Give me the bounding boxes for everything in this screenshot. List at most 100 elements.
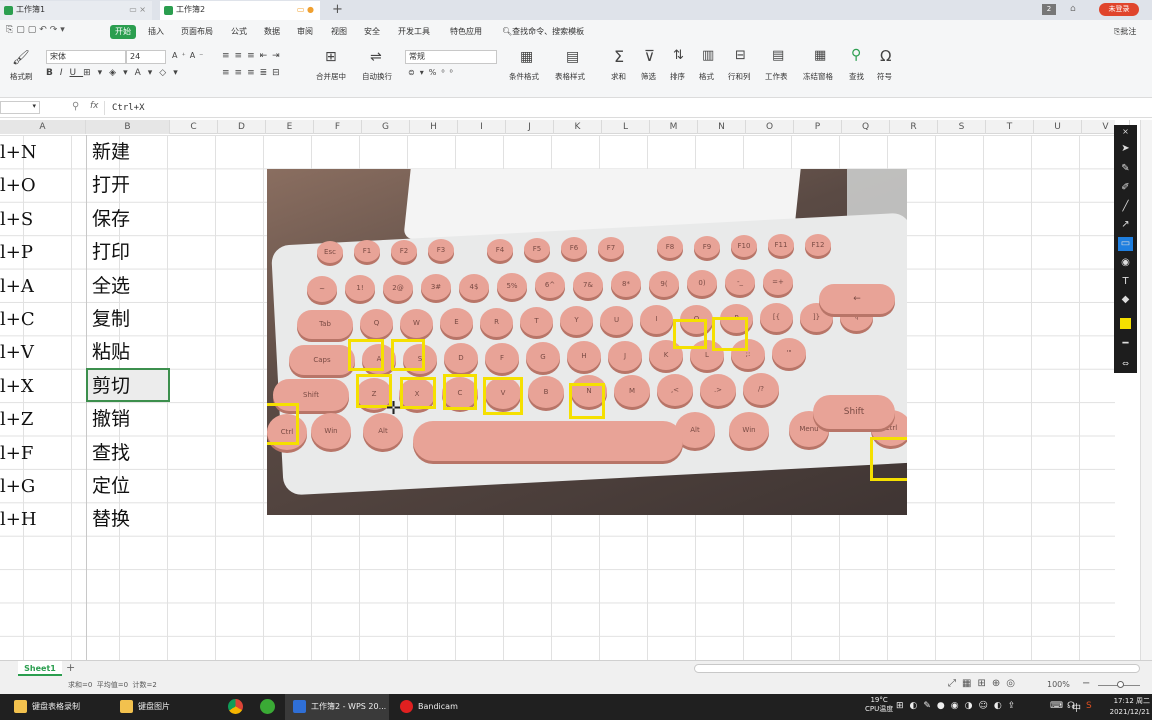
column-header-h[interactable]: H: [410, 120, 458, 134]
menu-home[interactable]: 开始: [110, 25, 136, 39]
formula-input[interactable]: Ctrl+X: [104, 101, 1114, 115]
row-col-icon[interactable]: ⊟: [735, 48, 746, 63]
column-header-m[interactable]: M: [650, 120, 698, 134]
close-icon[interactable]: ×: [1118, 125, 1133, 139]
menu-special[interactable]: 特色应用: [450, 25, 482, 39]
column-header-f[interactable]: F: [314, 120, 362, 134]
expand-icon[interactable]: ⇔: [1118, 357, 1133, 371]
column-header-k[interactable]: K: [554, 120, 602, 134]
menu-review[interactable]: 审阅: [297, 25, 313, 39]
column-header-t[interactable]: T: [986, 120, 1034, 134]
format-painter-icon[interactable]: 🖌︎: [12, 50, 30, 66]
shortcut-key-cell[interactable]: l+G: [0, 470, 35, 503]
column-header-b[interactable]: B: [86, 120, 170, 134]
shortcut-action-cell[interactable]: 定位: [92, 470, 130, 503]
column-header-a[interactable]: A: [0, 120, 86, 134]
merge-center-label[interactable]: 合并居中: [316, 71, 346, 82]
vertical-scrollbar[interactable]: [1140, 120, 1152, 660]
shortcut-action-cell[interactable]: 新建: [92, 136, 130, 169]
skin-icon[interactable]: ⌂: [1070, 4, 1076, 14]
shortcut-action-cell[interactable]: 剪切: [92, 370, 130, 403]
arrow-icon[interactable]: ↗: [1118, 218, 1133, 232]
keyboard-photo[interactable]: Esc F1 F2 F3 F4 F5 F6 F7 F8 F9 F10 F11 F12 ~1! 2@ 3# 4$ 5…: [267, 169, 907, 515]
menu-data[interactable]: 数据: [264, 25, 280, 39]
column-header-p[interactable]: P: [794, 120, 842, 134]
app-tray-icon[interactable]: S: [1086, 701, 1092, 711]
rectangle-icon[interactable]: ▭: [1118, 237, 1133, 251]
column-header-r[interactable]: R: [890, 120, 938, 134]
zoom-slider-thumb[interactable]: [1117, 681, 1124, 688]
sort-label[interactable]: 排序: [670, 71, 685, 82]
sheet-tab[interactable]: Sheet1: [18, 661, 62, 676]
font-name-select[interactable]: 宋体: [46, 50, 126, 64]
pencil-icon[interactable]: ✎: [1118, 162, 1133, 176]
line-icon[interactable]: ╱: [1118, 200, 1133, 214]
shortcut-key-cell[interactable]: l+Z: [0, 403, 33, 436]
shortcut-action-cell[interactable]: 打开: [92, 169, 130, 202]
eraser-icon[interactable]: ◆: [1118, 293, 1133, 307]
menu-formula[interactable]: 公式: [231, 25, 247, 39]
column-header-d[interactable]: D: [218, 120, 266, 134]
shortcut-key-cell[interactable]: l+V: [0, 336, 34, 369]
shortcut-action-cell[interactable]: 全选: [92, 270, 130, 303]
shortcut-action-cell[interactable]: 替换: [92, 503, 130, 536]
login-button[interactable]: 未登录: [1099, 3, 1139, 16]
clock[interactable]: 17:12 周二 2021/12/21: [1106, 696, 1150, 718]
align-horizontal-icons[interactable]: ≡≡≡≣⊟: [222, 68, 285, 78]
taskbar-wps[interactable]: 工作簿2 - WPS 20...: [285, 694, 389, 720]
add-sheet-icon[interactable]: +: [66, 661, 75, 674]
column-header-q[interactable]: Q: [842, 120, 890, 134]
align-top-icons[interactable]: ≡≡≡⇤⇥: [222, 51, 285, 61]
tab-modified-dot-icon[interactable]: ▭ ●: [297, 1, 314, 19]
find-label[interactable]: 查找: [849, 71, 864, 82]
conditional-format-label[interactable]: 条件格式: [509, 71, 539, 82]
column-header-g[interactable]: G: [362, 120, 410, 134]
taskbar-folder-images[interactable]: 键盘图片: [112, 694, 170, 720]
shortcut-key-cell[interactable]: l+F: [0, 437, 33, 470]
name-box[interactable]: ▾: [0, 101, 40, 114]
freeze-pane-icon[interactable]: ▦: [814, 48, 826, 63]
sum-icon[interactable]: Σ: [614, 47, 624, 66]
conditional-format-icon[interactable]: ▦: [520, 49, 533, 65]
horizontal-scrollbar[interactable]: [694, 664, 1140, 673]
column-header-s[interactable]: S: [938, 120, 986, 134]
stroke-width-icon[interactable]: ━: [1118, 337, 1133, 351]
palette-icon[interactable]: ◉: [1118, 256, 1133, 270]
tab-close-icon[interactable]: ▭ ×: [129, 1, 146, 19]
column-header-i[interactable]: I: [458, 120, 506, 134]
shortcut-action-cell[interactable]: 复制: [92, 303, 130, 336]
column-header-l[interactable]: L: [602, 120, 650, 134]
tab-workbook2[interactable]: 工作簿2 ▭ ●: [160, 1, 320, 20]
worksheet-icon[interactable]: ▤: [772, 48, 784, 63]
shortcut-key-cell[interactable]: l+C: [0, 303, 35, 336]
format-label[interactable]: 格式: [699, 71, 714, 82]
row-col-label[interactable]: 行和列: [728, 71, 751, 82]
freeze-pane-label[interactable]: 冻结窗格: [803, 71, 833, 82]
ime-indicator[interactable]: 中: [1072, 701, 1081, 714]
browser-icon[interactable]: [260, 699, 275, 714]
symbol-label[interactable]: 符号: [877, 71, 892, 82]
color-swatch[interactable]: [1120, 318, 1131, 329]
format-icon[interactable]: ▥: [702, 48, 714, 63]
shortcut-key-cell[interactable]: l+H: [0, 503, 37, 536]
new-tab-icon[interactable]: +: [332, 2, 343, 17]
pointer-icon[interactable]: ➤: [1118, 142, 1133, 156]
table-style-icon[interactable]: ▤: [566, 49, 579, 65]
shortcut-action-cell[interactable]: 查找: [92, 437, 130, 470]
column-header-o[interactable]: O: [746, 120, 794, 134]
shortcut-key-cell[interactable]: l+S: [0, 203, 33, 236]
zoom-out-icon[interactable]: −: [1082, 678, 1090, 689]
symbol-icon[interactable]: Ω: [880, 47, 891, 65]
shortcut-key-cell[interactable]: l+P: [0, 236, 33, 269]
taskbar-bandicam[interactable]: Bandicam: [392, 694, 458, 720]
tab-workbook1[interactable]: 工作簿1 ▭ ×: [0, 1, 152, 20]
column-header-c[interactable]: C: [170, 120, 218, 134]
text-icon[interactable]: T: [1118, 275, 1133, 289]
shortcut-action-cell[interactable]: 撤销: [92, 403, 130, 436]
number-format-icons[interactable]: ⊜▾%⁰⁰: [408, 68, 458, 77]
filter-icon[interactable]: ⊽: [644, 47, 655, 65]
column-header-j[interactable]: J: [506, 120, 554, 134]
zoom-level[interactable]: 100%: [1047, 680, 1070, 689]
column-header-u[interactable]: U: [1034, 120, 1082, 134]
filter-label[interactable]: 筛选: [641, 71, 656, 82]
